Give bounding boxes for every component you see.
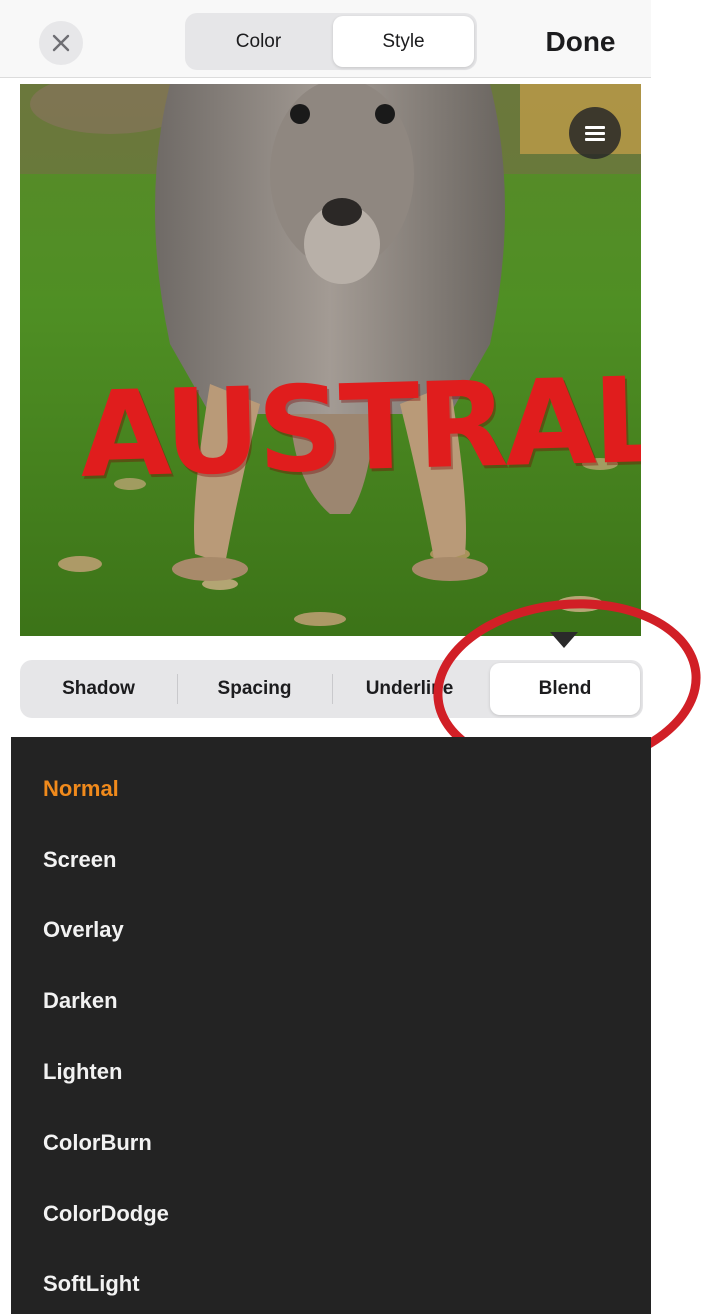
- close-button[interactable]: [39, 21, 83, 65]
- canvas-menu-button[interactable]: [569, 107, 621, 159]
- tab-underline[interactable]: Underline: [332, 663, 487, 715]
- hamburger-line: [585, 131, 605, 135]
- tab-spacing[interactable]: Spacing: [177, 663, 332, 715]
- canvas-overlay-text[interactable]: AUSTRAL: [78, 351, 641, 504]
- blend-option-overlay[interactable]: Overlay: [43, 910, 124, 950]
- blend-option-screen[interactable]: Screen: [43, 840, 116, 880]
- photo-canvas[interactable]: AUSTRAL: [20, 84, 641, 636]
- top-bar: Color Style Done: [0, 0, 651, 78]
- done-button[interactable]: Done: [528, 22, 633, 62]
- hamburger-menu-icon: [585, 125, 605, 129]
- blend-mode-list: Normal Screen Overlay Darken Lighten Col…: [11, 737, 651, 1314]
- blend-option-colorburn[interactable]: ColorBurn: [43, 1123, 152, 1163]
- color-style-segmented-control: Color Style: [185, 13, 477, 70]
- tab-blend[interactable]: Blend: [490, 663, 640, 715]
- tab-shadow[interactable]: Shadow: [20, 663, 177, 715]
- x-icon: [52, 34, 70, 52]
- blend-option-normal[interactable]: Normal: [43, 769, 119, 809]
- selection-pointer: [550, 632, 578, 648]
- style-tabs: Shadow Spacing Underline Blend: [20, 660, 643, 718]
- tab-style[interactable]: Style: [333, 16, 474, 67]
- hamburger-line: [585, 137, 605, 141]
- blend-option-colordodge[interactable]: ColorDodge: [43, 1194, 169, 1234]
- tab-color[interactable]: Color: [188, 16, 329, 67]
- blend-option-darken[interactable]: Darken: [43, 981, 118, 1021]
- blend-option-softlight[interactable]: SoftLight: [43, 1264, 140, 1304]
- blend-option-lighten[interactable]: Lighten: [43, 1052, 122, 1092]
